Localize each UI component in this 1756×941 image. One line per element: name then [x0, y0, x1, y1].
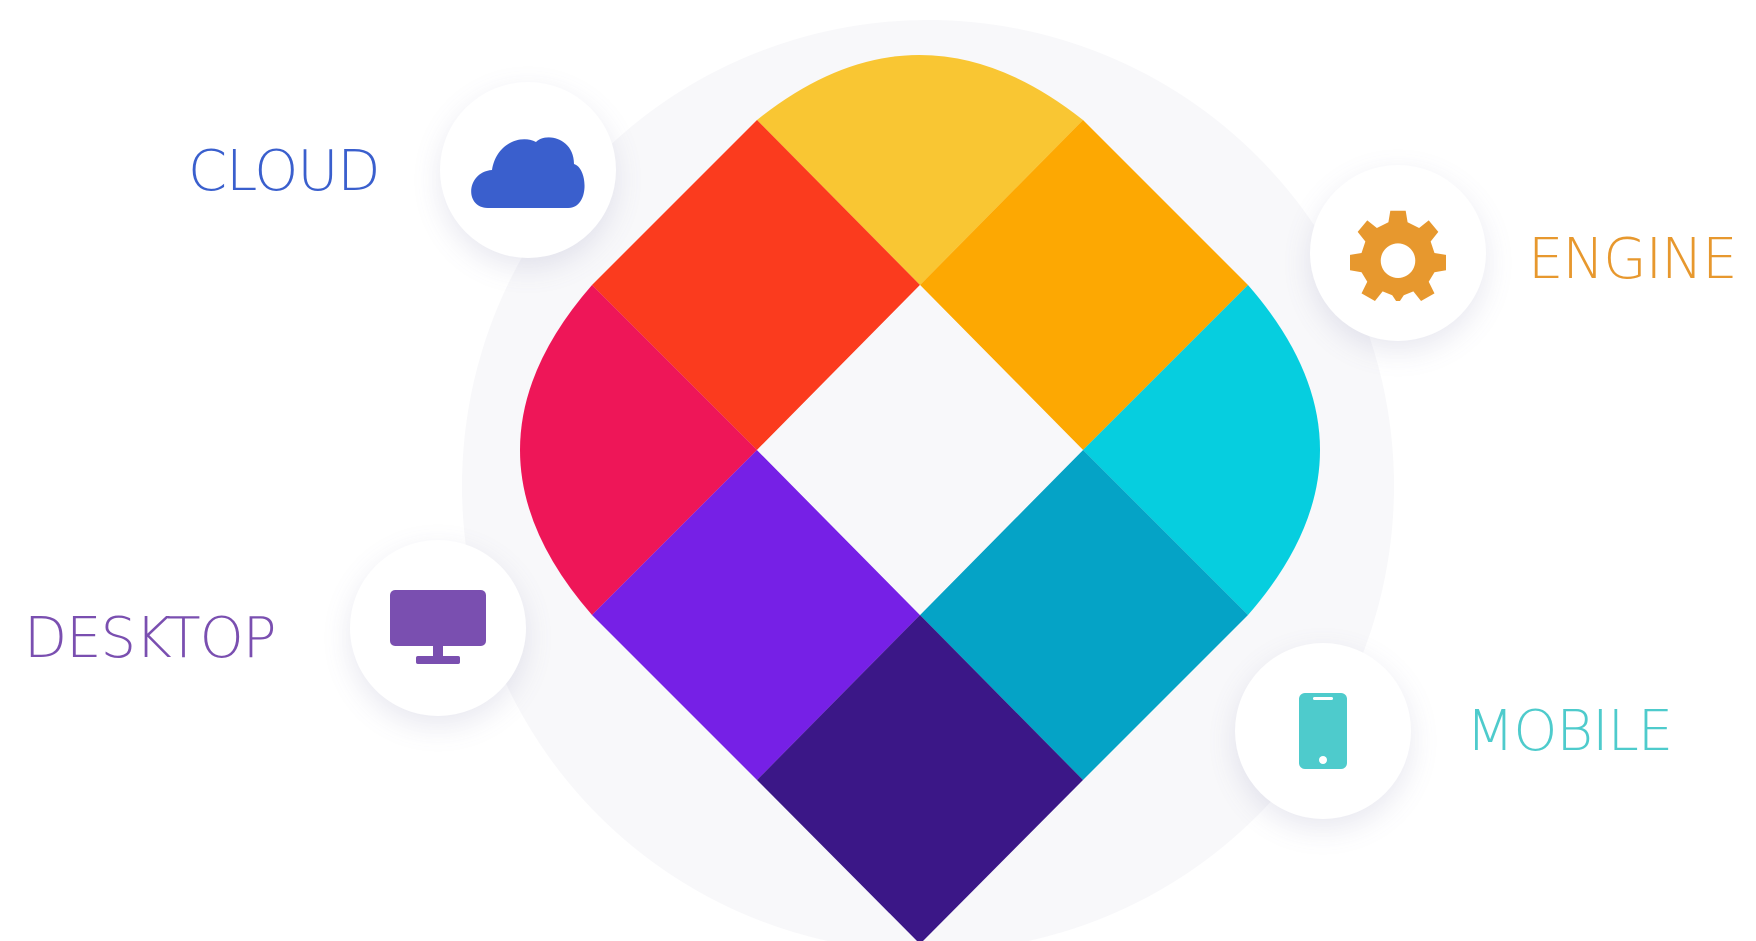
phone-icon — [1299, 693, 1347, 769]
platforms-illustration: CLOUD ENGINE DESKTOP MOBILE — [0, 0, 1756, 941]
desktop-icon-circle[interactable] — [350, 540, 526, 716]
desktop-label: DESKTOP — [24, 606, 276, 671]
cloud-label: CLOUD — [188, 139, 380, 204]
mobile-icon-circle[interactable] — [1235, 643, 1411, 819]
engine-label: ENGINE — [1528, 227, 1737, 292]
cloud-icon — [471, 137, 585, 208]
cloud-icon-circle[interactable] — [440, 82, 616, 258]
engine-icon-circle[interactable] — [1310, 165, 1486, 341]
monitor-icon — [390, 590, 486, 664]
gear-icon — [1350, 210, 1446, 301]
mobile-label: MOBILE — [1466, 699, 1673, 764]
